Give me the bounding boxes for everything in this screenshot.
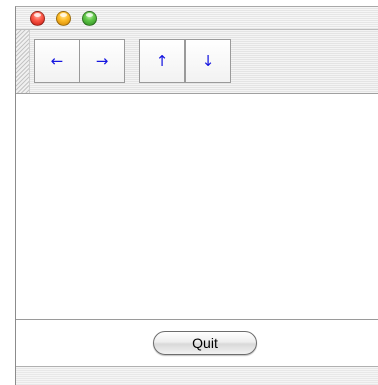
arrow-right-icon: → (95, 52, 109, 70)
arrow-right-button[interactable]: → (79, 39, 125, 83)
zoom-button[interactable] (82, 11, 97, 26)
toolbar: ← → ↑ ↓ (16, 30, 378, 94)
arrow-up-button[interactable]: ↑ (139, 39, 185, 83)
arrow-down-icon: ↓ (201, 52, 215, 70)
toolbar-grip-handle[interactable] (16, 30, 30, 93)
content-area (16, 95, 378, 319)
app-window: ← → ↑ ↓ Quit (15, 6, 378, 385)
quit-button[interactable]: Quit (153, 331, 257, 355)
arrow-left-icon: ← (50, 52, 64, 70)
status-bar (16, 367, 378, 385)
arrow-up-icon: ↑ (155, 52, 169, 70)
title-bar[interactable] (16, 7, 378, 30)
close-button[interactable] (30, 11, 45, 26)
bottom-bar: Quit (16, 319, 378, 367)
arrow-left-button[interactable]: ← (34, 39, 80, 83)
arrow-down-button[interactable]: ↓ (185, 39, 231, 83)
minimize-button[interactable] (56, 11, 71, 26)
